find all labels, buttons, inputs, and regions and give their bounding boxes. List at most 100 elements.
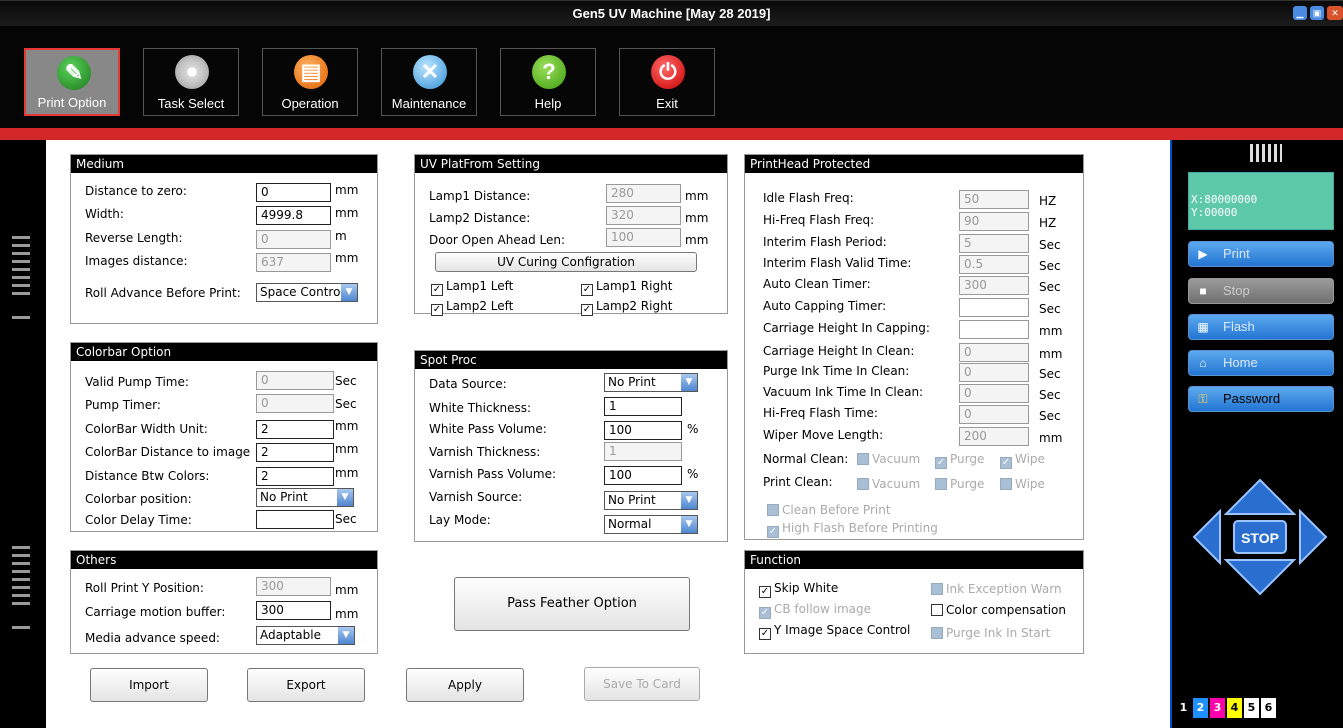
check-icon: ✓: [431, 304, 443, 316]
width-input[interactable]: 4999.8: [256, 206, 331, 225]
minimize-button[interactable]: ▁: [1293, 6, 1307, 20]
printhead-value-input[interactable]: 0: [959, 384, 1029, 403]
ink-exception-checkbox[interactable]: Ink Exception Warn: [931, 582, 1062, 596]
print-clean-vacuum-checkbox[interactable]: Vacuum: [857, 477, 920, 491]
print-clean-wipe-checkbox[interactable]: Wipe: [1000, 477, 1045, 491]
pump-timer-input[interactable]: 0: [256, 394, 334, 413]
pass-feather-button[interactable]: Pass Feather Option: [454, 577, 690, 631]
purge-ink-start-checkbox[interactable]: Purge Ink In Start: [931, 626, 1050, 640]
carriage-buffer-input[interactable]: 300: [256, 601, 331, 620]
save-to-card-button[interactable]: Save To Card: [584, 667, 700, 701]
colorbar-distance-input[interactable]: 2: [256, 443, 334, 462]
toolbar-task-select-button[interactable]: Task Select: [143, 48, 239, 116]
grip-handle: [12, 554, 30, 557]
printhead-value-input[interactable]: 0.5: [959, 255, 1029, 274]
unit-label: m: [335, 229, 347, 243]
varnish-pass-volume-input[interactable]: 100: [604, 466, 682, 485]
toolbar-maintenance-button[interactable]: ✕ Maintenance: [381, 48, 477, 116]
arrow-up-icon[interactable]: [1223, 478, 1297, 515]
lamp1-left-checkbox[interactable]: ✓ Lamp1 Left: [431, 279, 513, 296]
password-button[interactable]: ⚿ Password: [1188, 386, 1334, 412]
field-label: Pump Timer:: [85, 398, 161, 412]
roll-advance-select[interactable]: Space Contro ▼: [256, 283, 358, 302]
normal-clean-purge-checkbox[interactable]: ✓ Purge: [935, 452, 984, 469]
printhead-value-input[interactable]: 200: [959, 427, 1029, 446]
printhead-value-input[interactable]: [959, 320, 1029, 339]
print-option-icon: ✎: [57, 56, 91, 90]
help-icon: ?: [532, 55, 566, 89]
import-button[interactable]: Import: [90, 668, 208, 702]
printhead-value-input[interactable]: 0: [959, 405, 1029, 424]
arrow-right-icon[interactable]: [1299, 508, 1328, 566]
apply-button[interactable]: Apply: [406, 668, 524, 702]
y-image-space-checkbox[interactable]: ✓ Y Image Space Control: [759, 623, 910, 640]
unit-label: Sec: [335, 397, 357, 411]
colorbar-width-input[interactable]: 2: [256, 420, 334, 439]
maximize-button[interactable]: ▣: [1310, 6, 1324, 20]
clean-before-print-checkbox[interactable]: Clean Before Print: [767, 503, 891, 517]
checkbox-label: Vacuum: [872, 477, 921, 491]
skip-white-checkbox[interactable]: ✓ Skip White: [759, 581, 838, 598]
distance-btw-colors-input[interactable]: 2: [256, 467, 334, 486]
checkbox-label: Wipe: [1015, 477, 1045, 491]
print-clean-purge-checkbox[interactable]: Purge: [935, 477, 984, 491]
printhead-value-input[interactable]: 90: [959, 212, 1029, 231]
printhead-value-input[interactable]: 5: [959, 234, 1029, 253]
toolbar-exit-button[interactable]: ⏻ Exit: [619, 48, 715, 116]
toolbar-print-option-button[interactable]: ✎ Print Option: [24, 48, 120, 116]
uv-curing-config-button[interactable]: UV Curing Configration: [435, 252, 697, 272]
color-delay-input[interactable]: [256, 510, 334, 529]
unit-label: mm: [335, 442, 359, 456]
roll-print-y-input[interactable]: 300: [256, 577, 331, 596]
printhead-value-input[interactable]: 300: [959, 276, 1029, 295]
print-button[interactable]: ▶ Print: [1188, 241, 1334, 267]
unit-label: mm: [335, 607, 359, 621]
white-thickness-input[interactable]: 1: [604, 397, 682, 416]
normal-clean-vacuum-checkbox[interactable]: Vacuum: [857, 452, 920, 466]
field-label: Roll Print Y Position:: [85, 581, 204, 595]
media-speed-select[interactable]: Adaptable ▼: [256, 626, 355, 645]
field-label: Media advance speed:: [85, 631, 220, 645]
printhead-value-input[interactable]: 0: [959, 363, 1029, 382]
medium-group: Medium Distance to zero: 0 mm Width: 499…: [70, 154, 378, 324]
normal-clean-wipe-checkbox[interactable]: ✓ Wipe: [1000, 452, 1045, 469]
select-value: Space Contro: [260, 285, 341, 299]
varnish-thickness-input[interactable]: 1: [604, 442, 682, 461]
check-icon: [857, 478, 869, 490]
color-compensation-checkbox[interactable]: Color compensation: [931, 603, 1066, 617]
export-button[interactable]: Export: [247, 668, 365, 702]
lamp2-right-checkbox[interactable]: ✓ Lamp2 Right: [581, 299, 672, 316]
lamp1-distance-input[interactable]: 280: [606, 184, 681, 203]
stop-button[interactable]: ■ Stop: [1188, 278, 1334, 304]
field-label: ColorBar Distance to image: [85, 445, 251, 459]
printhead-value-input[interactable]: 50: [959, 190, 1029, 209]
home-button[interactable]: ⌂ Home: [1188, 350, 1334, 376]
ink-channel-1: 1: [1176, 698, 1191, 718]
lamp2-left-checkbox[interactable]: ✓ Lamp2 Left: [431, 299, 513, 316]
toolbar-label: Task Select: [157, 96, 225, 111]
lamp2-distance-input[interactable]: 320: [606, 206, 681, 225]
check-icon: ✓: [759, 628, 771, 640]
colorbar-position-select[interactable]: No Print ▼: [256, 488, 354, 507]
printhead-value-input[interactable]: [959, 298, 1029, 317]
lamp1-right-checkbox[interactable]: ✓ Lamp1 Right: [581, 279, 672, 296]
door-open-input[interactable]: 100: [606, 228, 681, 247]
varnish-source-select[interactable]: No Print ▼: [604, 491, 698, 510]
high-flash-checkbox[interactable]: ✓ High Flash Before Printing: [767, 521, 938, 538]
toolbar-help-button[interactable]: ? Help: [500, 48, 596, 116]
distance-to-zero-input[interactable]: 0: [256, 183, 331, 202]
arrow-down-icon[interactable]: [1223, 559, 1297, 596]
toolbar-operation-button[interactable]: ▤ Operation: [262, 48, 358, 116]
cb-follow-image-checkbox[interactable]: ✓ CB follow image: [759, 602, 871, 619]
flash-button[interactable]: ▦ Flash: [1188, 314, 1334, 340]
data-source-select[interactable]: No Print ▼: [604, 373, 698, 392]
white-pass-volume-input[interactable]: 100: [604, 421, 682, 440]
valid-pump-time-input[interactable]: 0: [256, 371, 334, 390]
print-clean-label: Print Clean:: [763, 475, 833, 489]
printhead-value-input[interactable]: 0: [959, 343, 1029, 362]
lay-mode-select[interactable]: Normal ▼: [604, 515, 698, 534]
arrow-left-icon[interactable]: [1192, 508, 1221, 566]
close-button[interactable]: ✕: [1327, 6, 1343, 20]
reverse-length-input[interactable]: 0: [256, 230, 331, 249]
images-distance-input[interactable]: 637: [256, 253, 331, 272]
